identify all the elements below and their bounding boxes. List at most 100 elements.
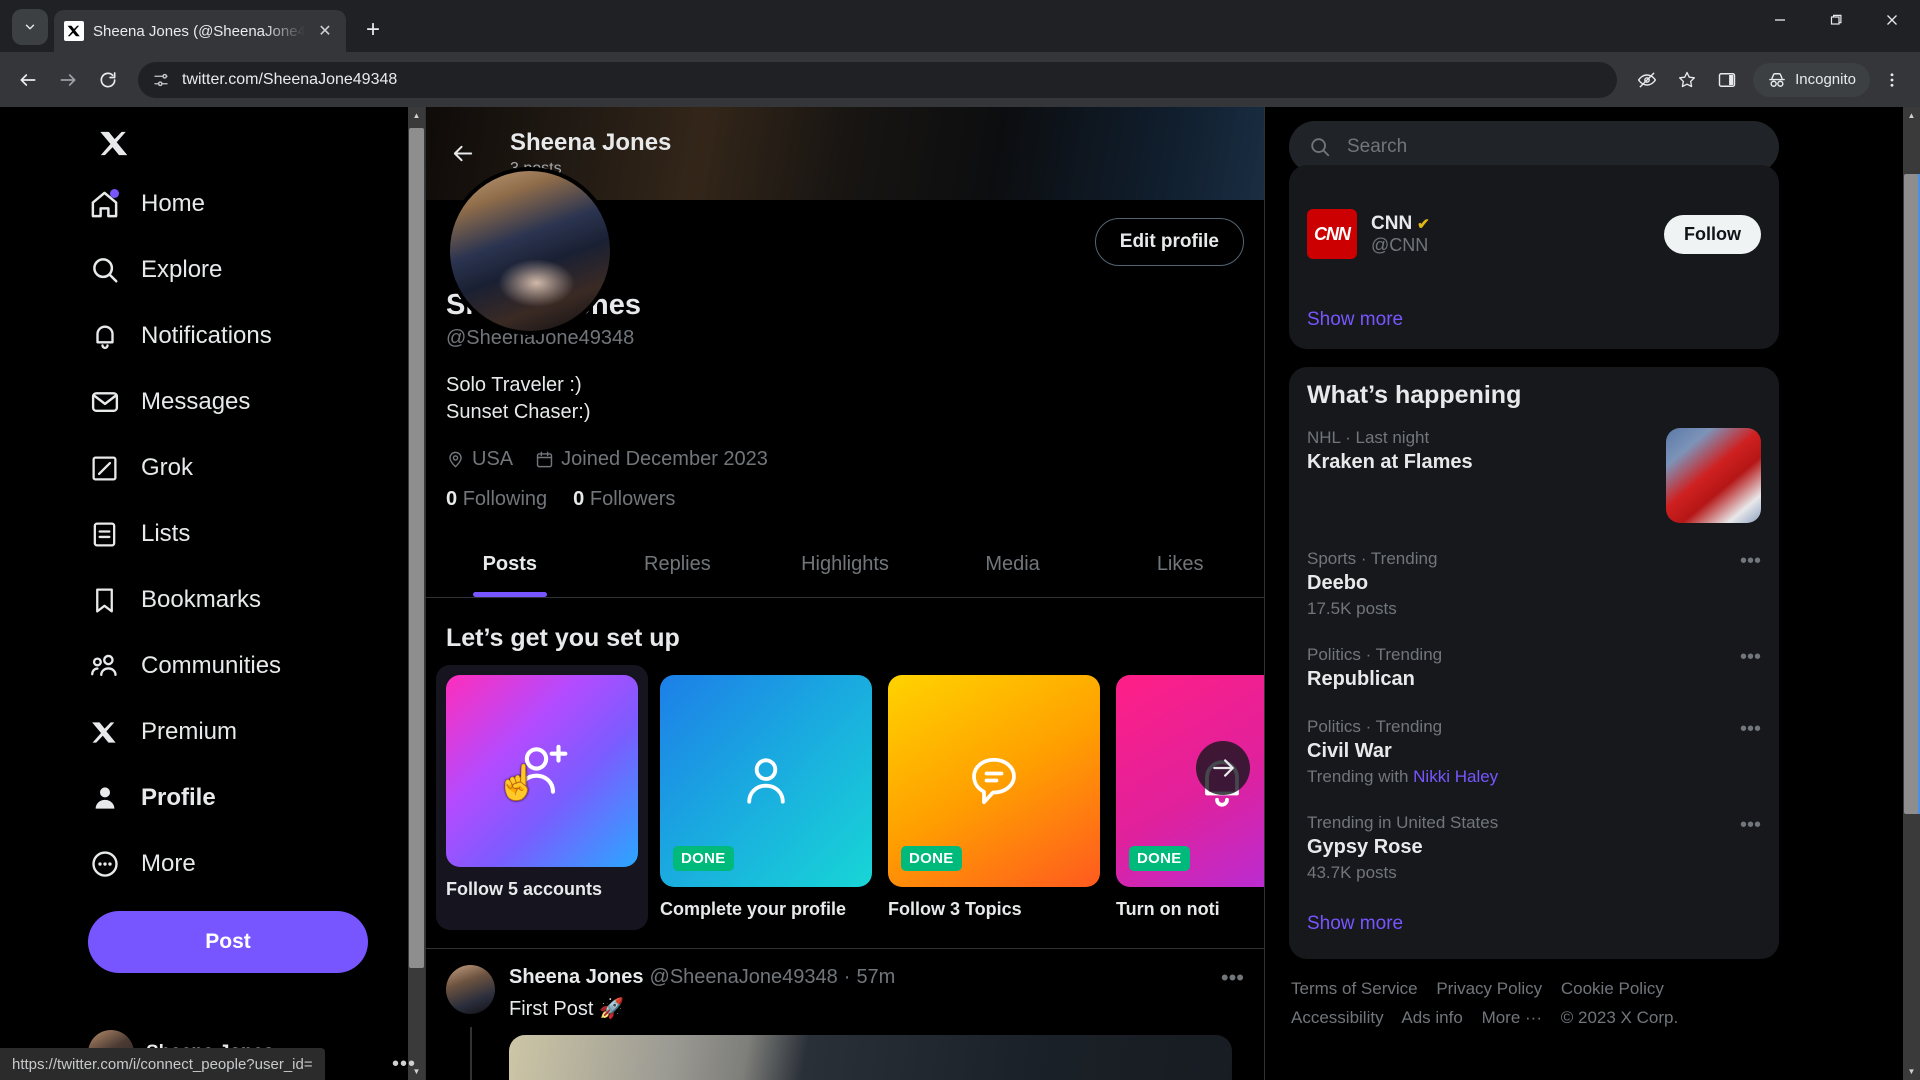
tab-likes[interactable]: Likes (1096, 533, 1264, 597)
envelope-icon (88, 386, 121, 419)
tab-replies[interactable]: Replies (594, 533, 762, 597)
browser-menu-icon[interactable] (1874, 62, 1910, 98)
incognito-indicator[interactable]: Incognito (1753, 62, 1870, 97)
post-author-name: Sheena Jones (509, 966, 644, 989)
footer-link-privacy[interactable]: Privacy Policy (1436, 979, 1542, 998)
trend-item-republican[interactable]: Politics · Trending Republican ••• (1289, 633, 1779, 705)
trend-item-kraken-at-flames[interactable]: NHL · Last night Kraken at Flames (1289, 416, 1779, 537)
back-icon[interactable] (10, 62, 46, 98)
location-pin-icon (446, 450, 465, 469)
sidebar-item-explore[interactable]: Explore (88, 237, 242, 303)
profile-avatar-wrap[interactable] (446, 167, 614, 335)
post-button[interactable]: Post (88, 911, 368, 973)
footer-link-terms[interactable]: Terms of Service (1291, 979, 1418, 998)
sidebar-item-label: Explore (141, 256, 223, 283)
footer-link-ads-info[interactable]: Ads info (1401, 1008, 1462, 1027)
tab-search-icon[interactable] (12, 9, 48, 45)
trend-more-icon[interactable]: ••• (1740, 815, 1761, 883)
minimize-button[interactable] (1752, 0, 1808, 40)
footer-link-cookie[interactable]: Cookie Policy (1561, 979, 1664, 998)
maximize-button[interactable] (1808, 0, 1864, 40)
whats-happening-show-more[interactable]: Show more (1289, 897, 1779, 953)
scrollbar-track[interactable] (1903, 124, 1920, 1063)
profile-location-text: USA (472, 447, 514, 470)
footer-link-accessibility[interactable]: Accessibility (1291, 1008, 1384, 1027)
tab-media[interactable]: Media (929, 533, 1097, 597)
bookmark-star-icon[interactable] (1669, 62, 1705, 98)
sidebar-item-profile[interactable]: Profile (88, 765, 236, 831)
who-to-follow-row[interactable]: CNN CNN ✔ @CNN Follow (1289, 195, 1779, 273)
scroll-up-icon[interactable]: ▲ (1903, 107, 1920, 124)
site-settings-icon[interactable] (152, 71, 170, 89)
profile-joined: Joined December 2023 (535, 448, 768, 471)
followers-count: 0 (573, 487, 585, 510)
setup-card-follow-topics[interactable]: DONE Follow 3 Topics (888, 674, 1100, 920)
profile-meta: USA Joined December 2023 (446, 448, 1244, 471)
trend-more-icon[interactable]: ••• (1740, 647, 1761, 691)
setup-title: Let’s get you set up (446, 623, 680, 652)
carousel-next-button[interactable] (1196, 740, 1250, 795)
browser-toolbar: twitter.com/SheenaJone49348 Incognito (0, 52, 1920, 107)
x-logo-icon[interactable] (88, 117, 140, 169)
profile-bio-line1: Solo Traveler :) (446, 373, 582, 396)
sidebar-item-bookmarks[interactable]: Bookmarks (88, 567, 281, 633)
reload-icon[interactable] (90, 62, 126, 98)
search-icon (88, 254, 121, 287)
setup-card-image: ☝ (446, 674, 638, 867)
trend-more-icon[interactable]: ••• (1740, 719, 1761, 787)
setup-card-complete-profile[interactable]: DONE Complete your profile (660, 674, 872, 920)
trending-with-link[interactable]: Nikki Haley (1413, 767, 1498, 786)
trend-text: NHL · Last night Kraken at Flames (1307, 428, 1654, 523)
timeline-post[interactable]: Sheena Jones @SheenaJone49348 · 57m ••• … (426, 947, 1264, 1080)
sidebar-item-communities[interactable]: Communities (88, 633, 301, 699)
tab-posts[interactable]: Posts (426, 533, 594, 597)
footer-link-more[interactable]: More ··· (1482, 1008, 1542, 1027)
edit-profile-button[interactable]: Edit profile (1094, 218, 1244, 266)
browser-tab[interactable]: Sheena Jones (@SheenaJone49 ✕ (54, 10, 346, 52)
sidebar-item-messages[interactable]: Messages (88, 369, 270, 435)
who-to-follow-show-more[interactable]: Show more (1289, 293, 1779, 349)
trend-more-icon[interactable]: ••• (1740, 551, 1761, 619)
sidebar-item-premium[interactable]: Premium (88, 699, 257, 765)
sidebar-item-home[interactable]: Home (88, 171, 225, 237)
sidebar-item-grok[interactable]: Grok (88, 435, 213, 501)
search-icon (1309, 136, 1331, 158)
setup-card-follow-accounts[interactable]: ☝ Follow 5 accounts (436, 664, 648, 930)
trend-category: Sports · Trending (1307, 549, 1438, 568)
scroll-down-icon[interactable]: ▼ (1903, 1063, 1920, 1080)
trend-name: Gypsy Rose (1307, 836, 1423, 858)
follow-button[interactable]: Follow (1664, 214, 1761, 254)
post-more-icon[interactable]: ••• (1221, 965, 1244, 991)
trend-item-gypsy-rose[interactable]: Trending in United States Gypsy Rose 43.… (1289, 801, 1779, 897)
new-tab-button[interactable]: + (356, 13, 390, 47)
profile-bio: Solo Traveler :) Sunset Chaser:) (446, 372, 1244, 426)
forward-icon[interactable] (50, 62, 86, 98)
tab-close-icon[interactable]: ✕ (314, 20, 336, 42)
page-scrollbar[interactable]: ▲ ▼ (1903, 107, 1920, 1080)
sidebar-item-more[interactable]: More (88, 831, 216, 897)
sidebar-item-lists[interactable]: Lists (88, 501, 210, 567)
scroll-up-icon[interactable]: ▲ (408, 107, 425, 124)
trend-item-deebo[interactable]: Sports · Trending Deebo 17.5K posts ••• (1289, 537, 1779, 633)
setup-module: Let’s get you set up ☝ Follow 5 accounts (426, 598, 1264, 930)
profile-avatar[interactable] (446, 167, 614, 335)
eye-off-icon[interactable] (1629, 62, 1665, 98)
setup-card-label: Follow 3 Topics (888, 898, 1022, 919)
scrollbar-track[interactable] (408, 124, 425, 1063)
trend-subtext: Trending with Nikki Haley (1307, 767, 1740, 787)
post-avatar[interactable] (446, 964, 495, 1014)
scrollbar-thumb[interactable] (409, 128, 424, 968)
following-stat[interactable]: 0 Following (446, 488, 547, 511)
close-window-button[interactable] (1864, 0, 1920, 40)
setup-card-turn-on-notifications[interactable]: DONE Turn on noti (1116, 674, 1264, 920)
scrollbar-thumb[interactable] (1904, 174, 1920, 814)
left-nav-scrollbar[interactable]: ▲ ▼ (408, 107, 425, 1080)
post-media-image[interactable] (509, 1034, 1232, 1080)
address-bar[interactable]: twitter.com/SheenaJone49348 (138, 61, 1618, 98)
tab-highlights[interactable]: Highlights (761, 533, 929, 597)
list-icon (88, 518, 121, 551)
followers-stat[interactable]: 0 Followers (573, 488, 675, 511)
side-panel-icon[interactable] (1709, 62, 1745, 98)
sidebar-item-notifications[interactable]: Notifications (88, 303, 292, 369)
trend-item-civil-war[interactable]: Politics · Trending Civil War Trending w… (1289, 705, 1779, 801)
